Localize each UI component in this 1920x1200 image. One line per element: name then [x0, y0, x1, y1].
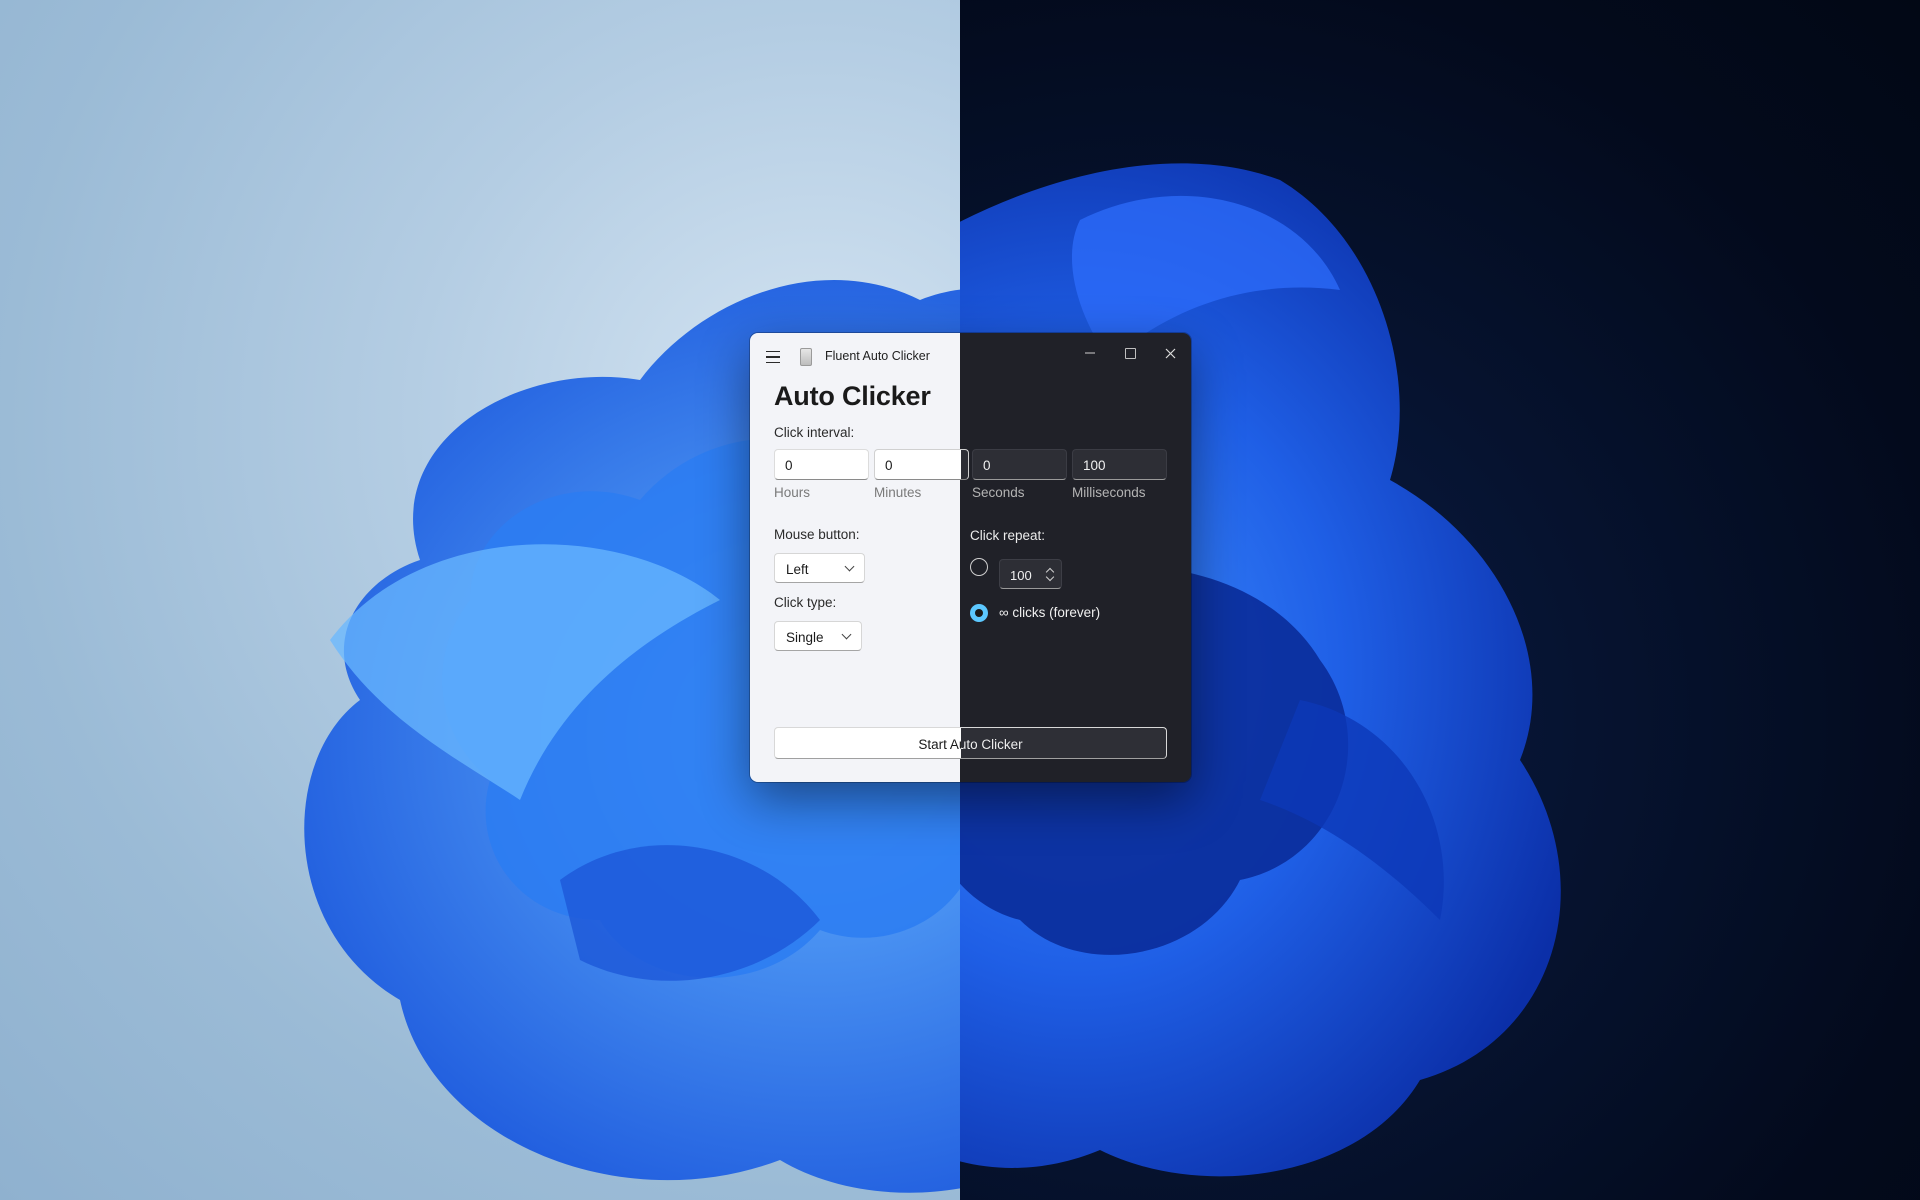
click-interval-label: Click interval: [774, 425, 855, 440]
click-repeat-label: Click repeat: [970, 528, 1046, 543]
hamburger-menu-icon[interactable] [766, 347, 786, 367]
start-auto-clicker-button[interactable]: Start Auto Clicker [774, 727, 1167, 759]
seconds-caption: Seconds [972, 485, 1025, 500]
mouse-button-value: Left [786, 562, 809, 577]
hours-input[interactable]: 0 [774, 449, 869, 480]
page-title: Auto Clicker [774, 381, 931, 411]
hours-caption: Hours [774, 485, 811, 500]
repeat-forever-label: ∞ clicks (forever) [999, 605, 1101, 620]
mouse-button-dropdown[interactable]: Left [774, 553, 865, 583]
start-button-label: Start Auto Clicker [775, 737, 1166, 752]
click-type-dropdown[interactable]: Single [774, 621, 862, 651]
minimize-icon [1085, 352, 1095, 354]
title-bar[interactable]: Fluent Auto Clicker [750, 333, 1191, 381]
window-dark-half [960, 333, 1191, 782]
repeat-count-radio[interactable] [970, 558, 988, 576]
chevron-down-icon [841, 629, 852, 640]
milliseconds-input[interactable]: 100 [1072, 449, 1167, 480]
click-type-label: Click type: [774, 595, 837, 610]
seconds-input[interactable]: 0 [972, 449, 1067, 480]
app-icon [800, 348, 812, 366]
repeat-forever-radio[interactable] [970, 604, 988, 622]
milliseconds-caption: Milliseconds [1072, 485, 1146, 500]
spinner-icon[interactable] [1045, 566, 1055, 582]
window-title: Fluent Auto Clicker [825, 349, 930, 363]
minutes-input[interactable]: 0 [874, 449, 969, 480]
maximize-icon [1124, 347, 1136, 359]
mouse-button-label: Mouse button: [774, 527, 860, 542]
chevron-down-icon [844, 561, 855, 572]
app-window: Fluent Auto Clicker Auto Clicker Click i… [750, 333, 1191, 782]
close-icon [1165, 348, 1175, 358]
repeat-count-value: 100 [1010, 568, 1032, 583]
minutes-caption: Minutes [874, 485, 922, 500]
repeat-count-input[interactable]: 100 [999, 559, 1062, 589]
maximize-button[interactable] [1112, 340, 1148, 366]
minimize-button[interactable] [1072, 340, 1108, 366]
close-button[interactable] [1152, 340, 1188, 366]
click-type-value: Single [786, 630, 824, 645]
